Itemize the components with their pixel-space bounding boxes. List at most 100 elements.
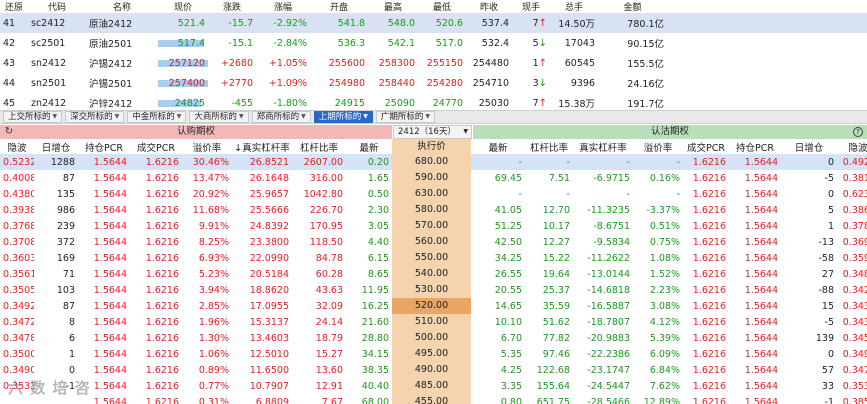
call-last: 68.00 [361, 396, 389, 404]
quote-header-cell[interactable]: 金额 [598, 0, 667, 13]
options-header: ↻ 认购期权 2412（16天） ▼ 认沽期权 ? [0, 125, 867, 139]
expiry-month-select[interactable]: 2412（16天） ▼ [393, 125, 472, 139]
put-premium: 1.52% [649, 268, 680, 280]
exchange-tab[interactable]: 上交所标的 ▼ [3, 111, 63, 123]
refresh-icon[interactable]: ↻ [3, 126, 15, 138]
price-change-pct: -2.92% [273, 17, 307, 29]
quote-header-cell[interactable]: 昨收 [466, 0, 512, 13]
quote-header-cell[interactable]: 最高 [368, 0, 418, 13]
call-pcr-volume: 1.6216 [145, 316, 179, 328]
put-column-header[interactable]: 溢价率 [633, 140, 683, 154]
option-row[interactable]: 0.5232 1288 1.5644 1.6216 30.46% 26.8521 2607.… [0, 154, 867, 170]
option-row[interactable]: 0.3938 986 1.5644 1.6216 11.68% 25.5666 226.70… [0, 202, 867, 218]
put-leverage: - [566, 188, 570, 200]
call-column-header[interactable]: 溢价率 [182, 140, 232, 154]
quote-table-body: 41 sc2412 原油2412 521.4 -15.7 -2.92% 541.8 548.0… [0, 13, 867, 113]
option-row[interactable]: 0.3500 1 1.5644 1.6216 1.06% 12.5010 15.27 34.1… [0, 346, 867, 362]
call-premium: 13.47% [192, 172, 229, 184]
exchange-tab[interactable]: 广期所标的 ▼ [375, 111, 435, 123]
call-column-header[interactable]: 持仓PCR [78, 140, 130, 154]
option-row[interactable]: 0.3533 -1 1.5644 1.6216 0.77% 10.7907 12.91 40.… [0, 378, 867, 394]
put-column-header[interactable]: 真实杠杆率 [573, 140, 633, 154]
quote-header-cell[interactable]: 涨幅 [256, 0, 310, 13]
put-premium: - [676, 188, 680, 200]
put-column-header[interactable]: 成交PCR [683, 140, 729, 154]
quote-header-cell[interactable]: 代码 [28, 0, 86, 13]
exchange-tab[interactable]: 大商所标的 ▼ [189, 111, 249, 123]
option-row[interactable]: 0.4380 135 1.5644 1.6216 20.92% 25.9657 1042.8… [0, 186, 867, 202]
turnover-amount: 780.1亿 [627, 19, 664, 30]
put-oi-change: 0 [827, 156, 834, 168]
put-oi-change: 0 [827, 348, 834, 360]
put-column-header[interactable]: 隐波 [837, 140, 867, 154]
option-row[interactable]: 0.3478 6 1.5644 1.6216 1.30% 13.4603 18.79 28.8… [0, 330, 867, 346]
option-row[interactable]: 0.4008 87 1.5644 1.6216 13.47% 26.1648 316.00 1… [0, 170, 867, 186]
put-oi-change: -13 [818, 236, 834, 248]
exchange-tab[interactable]: 上期所标的 ▼ [313, 111, 373, 123]
quote-row[interactable]: 42 sc2501 原油2501 517.4 -15.1 -2.84% 536.3 542.1… [0, 33, 867, 53]
put-last: - [518, 156, 522, 168]
call-real-leverage: 25.9657 [249, 188, 289, 200]
exchange-tab[interactable]: 深交所标的 ▼ [65, 111, 125, 123]
option-row[interactable]: 0.3490 0 1.5644 1.6216 0.89% 11.6500 13.60 38.3… [0, 362, 867, 378]
put-leverage: 35.59 [542, 300, 570, 312]
put-pcr-volume: 1.6216 [692, 364, 726, 376]
put-last: 69.45 [494, 172, 522, 184]
strike-price: 520.00 [392, 298, 471, 314]
option-row[interactable]: 0.3561 71 1.5644 1.6216 5.23% 20.5184 60.28 8.6… [0, 266, 867, 282]
put-column-header[interactable]: 最新 [471, 140, 525, 154]
strike-price: 500.00 [392, 330, 471, 346]
call-column-header[interactable]: 日增仓 [34, 140, 78, 154]
call-oi-change: 6 [68, 332, 75, 344]
quote-header-cell[interactable]: 总手 [550, 0, 598, 13]
quote-header-cell[interactable]: 最低 [418, 0, 466, 13]
call-column-header[interactable]: 杠杆比率 [292, 140, 346, 154]
put-last: 6.70 [500, 332, 522, 344]
quote-row[interactable]: 41 sc2412 原油2412 521.4 -15.7 -2.92% 541.8 548.0… [0, 13, 867, 33]
quote-header-cell[interactable]: 还原 [0, 0, 28, 13]
put-pcr-hold: 1.5644 [744, 332, 778, 344]
call-column-header[interactable]: ↓真实杠杆率 [232, 140, 292, 154]
quote-header-cell[interactable]: 现手 [512, 0, 550, 13]
option-row[interactable]: 0.3603 169 1.5644 1.6216 6.93% 22.0990 84.78 6.… [0, 250, 867, 266]
put-column-header[interactable]: 日增仓 [781, 140, 837, 154]
option-row[interactable]: 0.3505 103 1.5644 1.6216 3.94% 18.8620 43.63 11… [0, 282, 867, 298]
call-pcr-hold: 1.5644 [93, 220, 127, 232]
call-column-header[interactable]: 成交PCR [130, 140, 182, 154]
put-real-leverage: -22.2386 [587, 348, 630, 360]
option-row[interactable]: 1.5644 1.6216 0.31% 6.8809 7.67 68.00 455.00 0.… [0, 394, 867, 404]
put-column-header[interactable]: 杠杆比率 [525, 140, 573, 154]
call-options-title: ↻ 认购期权 [0, 125, 392, 139]
put-real-leverage: -9.5834 [593, 236, 630, 248]
quote-row[interactable]: 44 sn2501 沪锡2501 257400 +2770 +1.09% 254980 258… [0, 73, 867, 93]
call-iv: 0.3768 [3, 220, 34, 232]
call-premium: 0.77% [198, 380, 229, 392]
chevron-down-icon: ▼ [463, 128, 468, 135]
call-column-header[interactable]: 最新 [346, 140, 392, 154]
put-premium: 1.08% [649, 252, 680, 264]
help-icon[interactable]: ? [853, 127, 863, 137]
arrow-up-icon: ↑ [538, 57, 547, 69]
option-row[interactable]: 0.3708 372 1.5644 1.6216 8.25% 23.3800 118.50 4… [0, 234, 867, 250]
price-change: -455 [231, 97, 253, 109]
quote-header-cell[interactable]: 开盘 [310, 0, 368, 13]
option-row[interactable]: 0.3768 239 1.5644 1.6216 9.91% 24.8392 170.95 3… [0, 218, 867, 234]
strike-column-header[interactable]: 执行价 [392, 139, 471, 154]
put-column-header[interactable]: 持仓PCR [729, 140, 781, 154]
put-pcr-hold: 1.5644 [744, 348, 778, 360]
turnover-amount: 90.15亿 [627, 39, 664, 50]
exchange-tab[interactable]: 中金所标的 ▼ [127, 111, 187, 123]
call-column-header[interactable]: 隐波 [0, 140, 34, 154]
quote-row[interactable]: 43 sn2412 沪锡2412 257120 +2680 +1.05% 255600 258… [0, 53, 867, 73]
chevron-down-icon: ▼ [176, 113, 182, 120]
quote-header-cell[interactable]: 名称 [86, 0, 158, 13]
put-leverage: - [566, 156, 570, 168]
option-row[interactable]: 0.3492 87 1.5644 1.6216 2.85% 17.0955 32.09 16.… [0, 298, 867, 314]
exchange-tab[interactable]: 郑商所标的 ▼ [251, 111, 311, 123]
quote-header-cell[interactable]: 涨跌 [208, 0, 256, 13]
quote-header-cell[interactable]: 现价 [158, 0, 208, 13]
call-pcr-volume: 1.6216 [145, 188, 179, 200]
call-pcr-hold: 1.5644 [93, 156, 127, 168]
price-change: -15.1 [228, 37, 253, 49]
option-row[interactable]: 0.3472 8 1.5644 1.6216 1.96% 15.3137 24.14 21.6… [0, 314, 867, 330]
